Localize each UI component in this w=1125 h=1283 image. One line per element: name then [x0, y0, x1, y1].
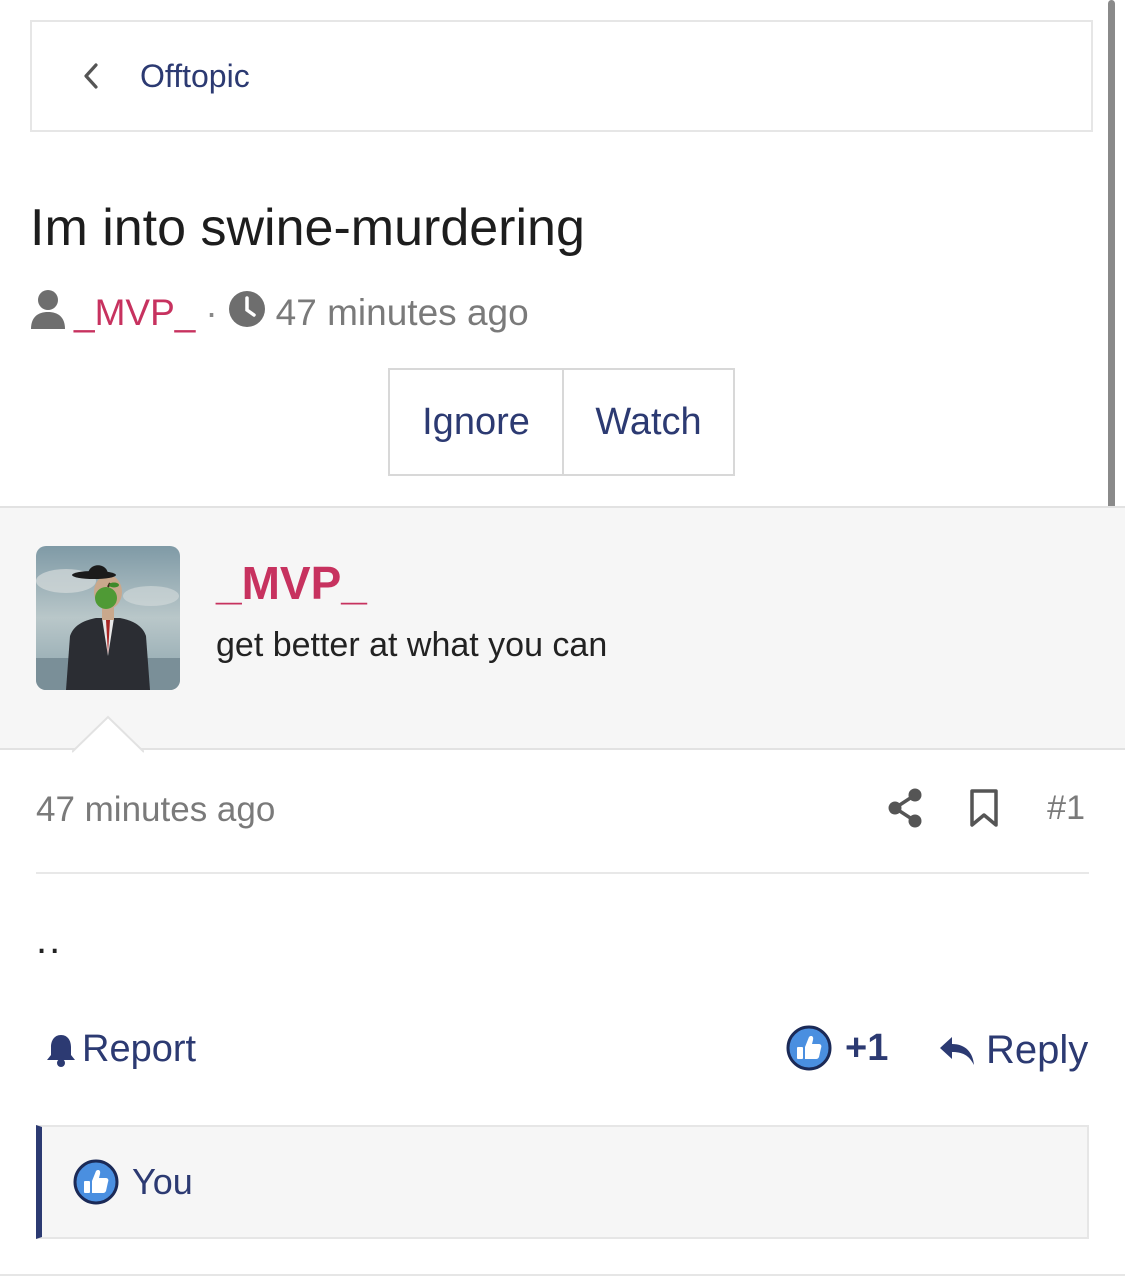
divider: [0, 1274, 1125, 1276]
post-number-link[interactable]: #1: [1047, 789, 1085, 828]
bell-icon: [47, 1034, 75, 1067]
thread-actions: Ignore Watch: [388, 368, 735, 476]
thread-time: 47 minutes ago: [275, 292, 529, 333]
avatar[interactable]: [36, 546, 180, 690]
reply-label: Reply: [986, 1028, 1089, 1072]
report-label: Report: [82, 1028, 197, 1070]
chevron-left-icon: [80, 62, 102, 90]
share-icon[interactable]: [887, 788, 923, 828]
like-button[interactable]: +1: [785, 1024, 888, 1072]
watch-button[interactable]: Watch: [562, 368, 735, 476]
thumbs-up-icon: [73, 1159, 119, 1205]
divider: [36, 872, 1089, 874]
post-time: 47 minutes ago: [36, 790, 276, 829]
user-icon: [30, 289, 66, 338]
panel-pointer: [72, 715, 144, 753]
post-tools: #1: [887, 788, 1085, 828]
report-button[interactable]: Report: [44, 1028, 196, 1071]
bookmark-icon[interactable]: [969, 788, 999, 828]
author-panel: _MVP_ get better at what you can: [0, 506, 1125, 750]
post-body: ..: [36, 918, 63, 962]
clock-icon: [228, 290, 266, 337]
breadcrumb-label[interactable]: Offtopic: [140, 58, 250, 95]
reply-button[interactable]: Reply: [938, 1028, 1088, 1073]
likers-list: You: [36, 1125, 1089, 1239]
reply-icon: [940, 1036, 974, 1065]
likers-names[interactable]: You: [132, 1161, 193, 1203]
breadcrumb[interactable]: Offtopic: [30, 20, 1093, 132]
like-count: +1: [845, 1026, 889, 1069]
author-name[interactable]: _MVP_: [216, 556, 367, 610]
author-signature: get better at what you can: [216, 626, 608, 664]
thread-title: Im into swine-murdering: [30, 199, 585, 257]
thumbs-up-icon: [786, 1025, 832, 1071]
ignore-button[interactable]: Ignore: [388, 368, 564, 476]
thread-author-link[interactable]: _MVP_: [74, 292, 195, 334]
thread-meta: _MVP_ · 47 minutes ago: [30, 288, 529, 338]
meta-separator: ·: [205, 292, 218, 333]
